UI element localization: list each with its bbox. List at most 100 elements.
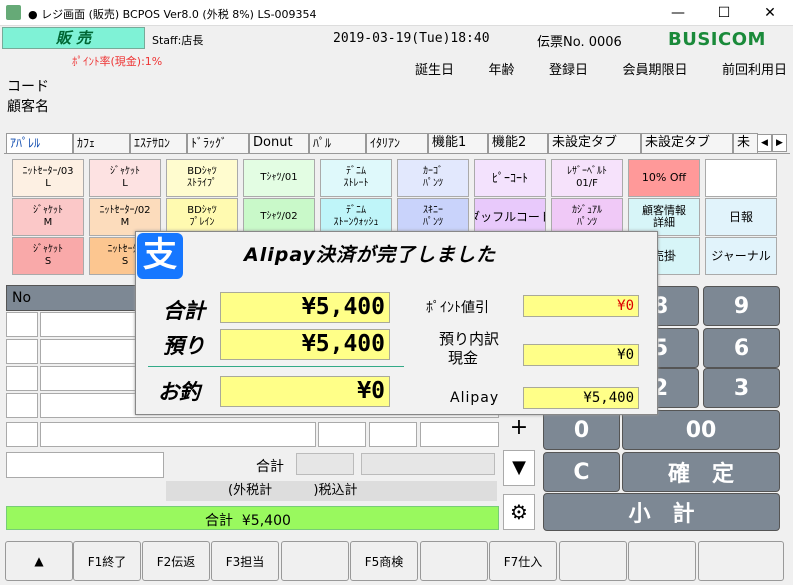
plus-button[interactable]: +	[503, 412, 535, 446]
list-row[interactable]	[6, 393, 38, 418]
list-row[interactable]	[6, 422, 38, 447]
summary-text: 合計 ¥5,400	[205, 513, 291, 529]
up-arrow-key[interactable]: ▲	[5, 541, 73, 581]
brand-logo: BUSICOM	[668, 29, 766, 50]
birthday-label: 誕生日	[415, 63, 455, 78]
f1-exit-key[interactable]: F1終了	[73, 541, 141, 581]
f9-key[interactable]	[628, 541, 696, 581]
tab-scroll-right-icon[interactable]: ▶	[772, 134, 787, 152]
maximize-icon[interactable]: ☐	[701, 0, 747, 26]
tab-cafe[interactable]: ｶﾌｪ	[73, 133, 130, 153]
received-label: 預り	[163, 334, 205, 358]
product-button[interactable]: ｶｰｺﾞ ﾊﾟﾝﾂ	[397, 159, 469, 197]
total-qty-box	[296, 453, 354, 475]
tab-apparel[interactable]: ｱﾊﾟﾚﾙ	[6, 133, 73, 153]
window-title: ● レジ画面 (販売) BCPOS Ver8.0 (外税 8%) LS-0093…	[28, 8, 317, 21]
mode-label: 販 売	[2, 27, 145, 49]
datetime-label: 2019-03-19(Tue)18:40	[333, 31, 490, 46]
empty-button[interactable]	[705, 159, 777, 197]
product-button[interactable]: Tｼｬﾂ/01	[243, 159, 315, 197]
point-rate: ﾎﾟｲﾝﾄ率(現金):1%	[72, 55, 163, 68]
divider	[148, 366, 404, 367]
product-button[interactable]: ﾚｻﾞｰﾍﾞﾙﾄ 01/F	[551, 159, 623, 197]
point-discount-label: ﾎﾟｲﾝﾄ値引	[426, 300, 489, 316]
f5-product-search-key[interactable]: F5商検	[350, 541, 418, 581]
tab-italian[interactable]: ｲﾀﾘｱﾝ	[366, 133, 428, 153]
list-row[interactable]	[40, 422, 316, 447]
subtotal-button[interactable]: 小 計	[543, 493, 780, 531]
slip-number: 伝票No. 0006	[537, 35, 622, 50]
key-6[interactable]: 6	[703, 328, 780, 368]
f2-return-key[interactable]: F2伝返	[142, 541, 210, 581]
last-visit-label: 前回利用日	[721, 63, 787, 78]
tab-baseline	[4, 153, 790, 154]
key-00[interactable]: 00	[622, 410, 780, 450]
expiry-label: 会員期限日	[622, 63, 688, 78]
registered-label: 登録日	[548, 63, 588, 78]
total-value: ¥5,400	[220, 292, 390, 323]
key-9[interactable]: 9	[703, 286, 780, 326]
product-button[interactable]: ｼﾞｬｹｯﾄ S	[12, 237, 84, 275]
product-button[interactable]: ｼﾞｬｹｯﾄ M	[12, 198, 84, 236]
key-3[interactable]: 3	[703, 368, 780, 408]
alipay-logo-icon: 支	[137, 233, 183, 279]
list-row[interactable]	[6, 366, 38, 391]
tab-unset-3[interactable]: 未	[733, 133, 758, 153]
dialog-title: Alipay決済が完了しました	[244, 244, 496, 266]
daily-report-button[interactable]: 日報	[705, 198, 777, 236]
total-label: 合計	[256, 459, 284, 475]
product-button[interactable]: ﾆｯﾄｾｰﾀｰ/03 L	[12, 159, 84, 197]
tax-line: (外税計 )税込計	[166, 481, 497, 501]
customer-fields: 誕生日 年齢 登録日 会員期限日 前回利用日	[415, 59, 787, 78]
product-button[interactable]: ﾃﾞﾆﾑ ｽﾄﾚｰﾄ	[320, 159, 392, 197]
key-clear[interactable]: C	[543, 452, 620, 492]
product-button[interactable]: ｼﾞｬｹｯﾄ L	[89, 159, 161, 197]
scanner-input[interactable]	[6, 452, 164, 478]
alipay-label: Alipay	[450, 390, 500, 406]
minimize-icon[interactable]: —	[655, 0, 701, 26]
no-column-header: No	[12, 290, 32, 306]
total-amount-box	[361, 453, 495, 475]
code-label: コード	[7, 79, 49, 95]
tab-unset-2[interactable]: 未設定タブ	[641, 133, 733, 153]
key-0[interactable]: 0	[543, 410, 620, 450]
staff-label: Staff:店長	[152, 34, 204, 47]
f4-key[interactable]	[281, 541, 349, 581]
down-arrow-icon[interactable]: ▼	[503, 450, 535, 486]
tab-function1[interactable]: 機能1	[428, 133, 488, 153]
list-row[interactable]	[6, 339, 38, 364]
point-discount-value: ¥0	[523, 295, 639, 317]
total-label: 合計	[163, 299, 205, 323]
tab-esthe[interactable]: ｴｽﾃｻﾛﾝ	[130, 133, 187, 153]
product-button[interactable]: BDｼｬﾂ ｽﾄﾗｲﾌﾟ	[166, 159, 238, 197]
tab-drug[interactable]: ﾄﾞﾗｯｸﾞ	[187, 133, 249, 153]
alipay-logo-char: 支	[143, 235, 177, 275]
tab-function2[interactable]: 機能2	[488, 133, 548, 153]
tab-scroll-left-icon[interactable]: ◀	[757, 134, 772, 152]
summary-bar: 合計 ¥5,400	[6, 506, 499, 530]
tab-unset-1[interactable]: 未設定タブ	[548, 133, 641, 153]
close-icon[interactable]: ✕	[747, 0, 793, 26]
list-row[interactable]	[6, 312, 38, 337]
tab-pal[interactable]: ﾊﾟﾙ	[309, 133, 366, 153]
list-row[interactable]	[369, 422, 417, 447]
cash-value: ¥0	[523, 344, 639, 366]
confirm-button[interactable]: 確 定	[622, 452, 780, 492]
f3-staff-key[interactable]: F3担当	[211, 541, 279, 581]
f7-purchase-key[interactable]: F7仕入	[489, 541, 557, 581]
gear-icon[interactable]: ⚙	[503, 494, 535, 530]
change-label: お釣	[158, 380, 200, 404]
list-row[interactable]	[318, 422, 366, 447]
product-button[interactable]: ﾋﾟｰｺｰﾄ	[474, 159, 546, 197]
f10-key[interactable]	[698, 541, 784, 581]
f6-key[interactable]	[420, 541, 488, 581]
f8-key[interactable]	[559, 541, 627, 581]
change-value: ¥0	[220, 376, 390, 407]
tab-donut[interactable]: Donut	[249, 133, 309, 153]
journal-button[interactable]: ジャーナル	[705, 237, 777, 275]
discount-button[interactable]: 10% Off	[628, 159, 700, 197]
title-bar: ● レジ画面 (販売) BCPOS Ver8.0 (外税 8%) LS-0093…	[0, 0, 793, 26]
customer-name-label: 顧客名	[7, 99, 49, 115]
list-row[interactable]	[420, 422, 499, 447]
app-icon	[6, 5, 21, 20]
